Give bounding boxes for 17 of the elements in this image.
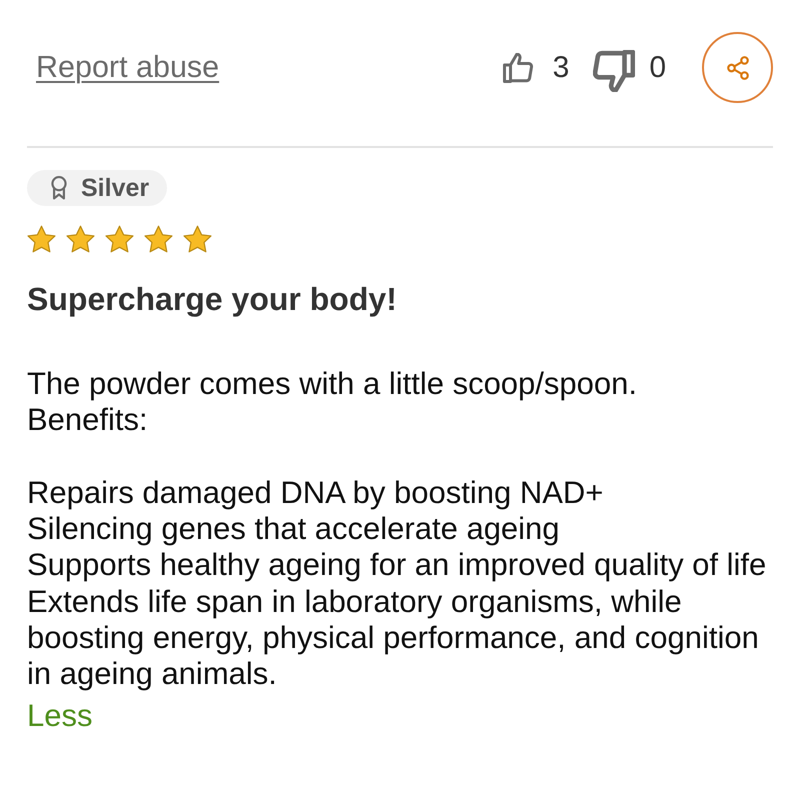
share-icon: [724, 54, 750, 80]
review-title: Supercharge your body!: [27, 281, 397, 317]
star-filled-icon: [183, 225, 212, 253]
award-ribbon-icon: [50, 176, 68, 200]
star-filled-icon: [27, 225, 56, 253]
star-filled-icon: [66, 225, 95, 253]
thumbs-down-icon: [593, 50, 636, 92]
star-filled-icon: [144, 225, 173, 253]
badge-label: Silver: [81, 174, 150, 202]
dislike-button[interactable]: 0: [593, 44, 666, 92]
thumbs-up-icon: [502, 52, 533, 82]
report-abuse-link[interactable]: Report abuse: [36, 50, 220, 85]
like-button[interactable]: 3: [502, 50, 570, 84]
star-filled-icon: [105, 225, 134, 253]
review-paragraph: Repairs damaged DNA by boosting NAD+ Silencing genes that accelerate ageing Supports healthy ageing for an improved quality of life Extends life span in laboratory organisms, while boosting energy, physical performance, and cognition in ageing animals.: [27, 474, 768, 693]
review-paragraph: The powder comes with a little scoop/spoon. Benefits:: [27, 366, 637, 439]
show-less-link[interactable]: Less: [27, 698, 92, 734]
